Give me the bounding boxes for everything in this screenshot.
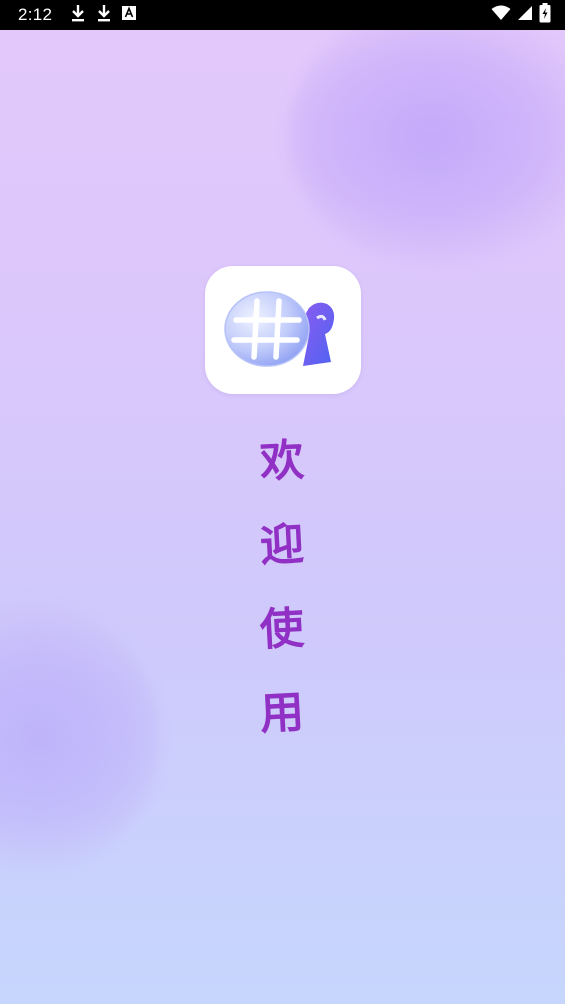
welcome-char: 欢 (258, 434, 305, 489)
wifi-icon (491, 5, 511, 25)
status-time: 2:12 (18, 5, 53, 24)
text-a-icon (122, 5, 137, 25)
app-logo (205, 266, 361, 394)
battery-charging-icon (539, 3, 551, 27)
hashtag-globe-app-icon (224, 291, 335, 367)
status-bar: 2:12 (0, 0, 565, 30)
welcome-char: 迎 (258, 518, 305, 573)
splash-screen: 2:12 欢 迎 使 用 (0, 0, 565, 1004)
welcome-char: 使 (258, 602, 305, 657)
system-icons (491, 3, 551, 27)
notification-icons (70, 4, 137, 26)
background-blob-top (288, 2, 565, 270)
welcome-text: 欢 迎 使 用 (0, 434, 565, 776)
welcome-char: 用 (258, 686, 305, 741)
download-icon (96, 4, 112, 26)
download-icon (70, 4, 86, 26)
cell-signal-icon (517, 5, 533, 25)
